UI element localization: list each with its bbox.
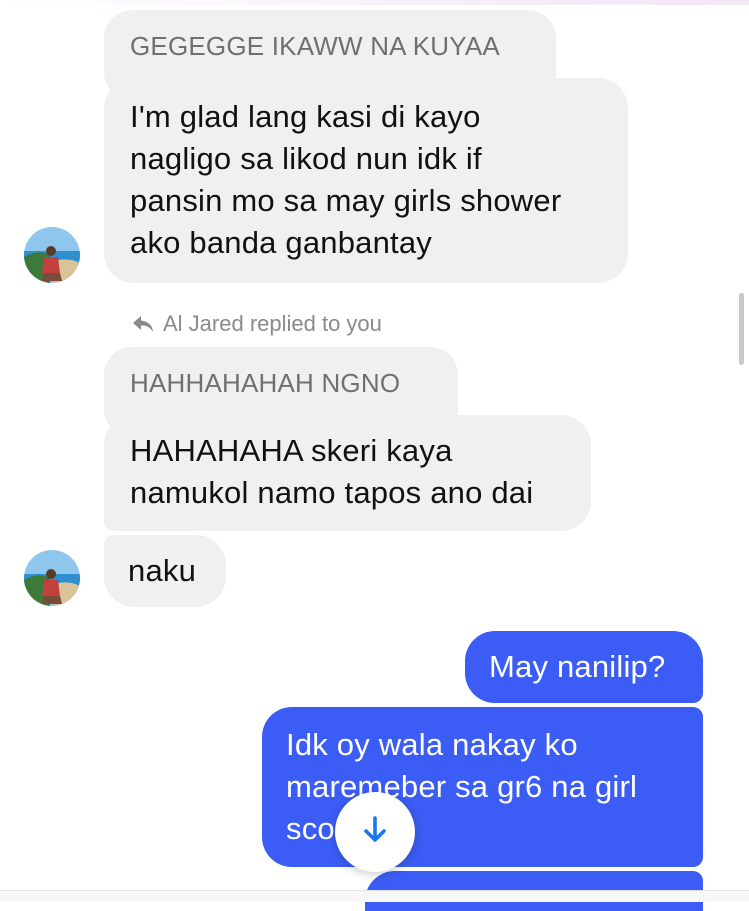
message-line: maremeber sa gr6 na girl — [286, 769, 638, 804]
quoted-text: HAHHAHAHAH NGNO — [130, 368, 401, 398]
message-text: May nanilip? — [489, 649, 666, 684]
outgoing-message[interactable]: Idk oy wala nakay ko maremeber sa gr6 na… — [262, 707, 703, 867]
incoming-message[interactable]: I'm glad lang kasi di kayo nagligo sa li… — [104, 78, 628, 283]
top-strip — [0, 0, 749, 5]
contact-avatar[interactable] — [24, 227, 80, 283]
message-line: Idk oy wala nakay ko — [286, 727, 578, 762]
message-line: namukol namo tapos ano dai — [130, 475, 534, 510]
reply-indicator-text: Al Jared replied to you — [163, 311, 382, 336]
message-line: ako banda ganbantay — [130, 225, 433, 260]
contact-avatar[interactable] — [24, 550, 80, 606]
message-text: naku — [128, 553, 197, 588]
scrollbar[interactable] — [739, 293, 744, 365]
message-line: nagligo sa likod nun idk if — [130, 141, 482, 176]
reply-indicator: Al Jared replied to you — [131, 311, 382, 337]
message-line: I'm glad lang kasi di kayo — [130, 99, 481, 134]
message-line: HAHAHAHA skeri kaya — [130, 433, 453, 468]
incoming-message[interactable]: naku — [104, 535, 226, 607]
message-line: pansin mo sa may girls shower — [130, 183, 562, 218]
composer-area — [0, 891, 749, 902]
scroll-to-bottom-button[interactable] — [335, 792, 415, 872]
reply-arrow-icon — [131, 314, 155, 334]
incoming-message[interactable]: HAHAHAHA skeri kaya namukol namo tapos a… — [104, 415, 591, 531]
arrow-down-icon — [358, 813, 392, 852]
outgoing-message[interactable]: May nanilip? — [465, 631, 703, 703]
quoted-text: GEGEGGE IKAWW NA KUYAA — [130, 31, 500, 61]
